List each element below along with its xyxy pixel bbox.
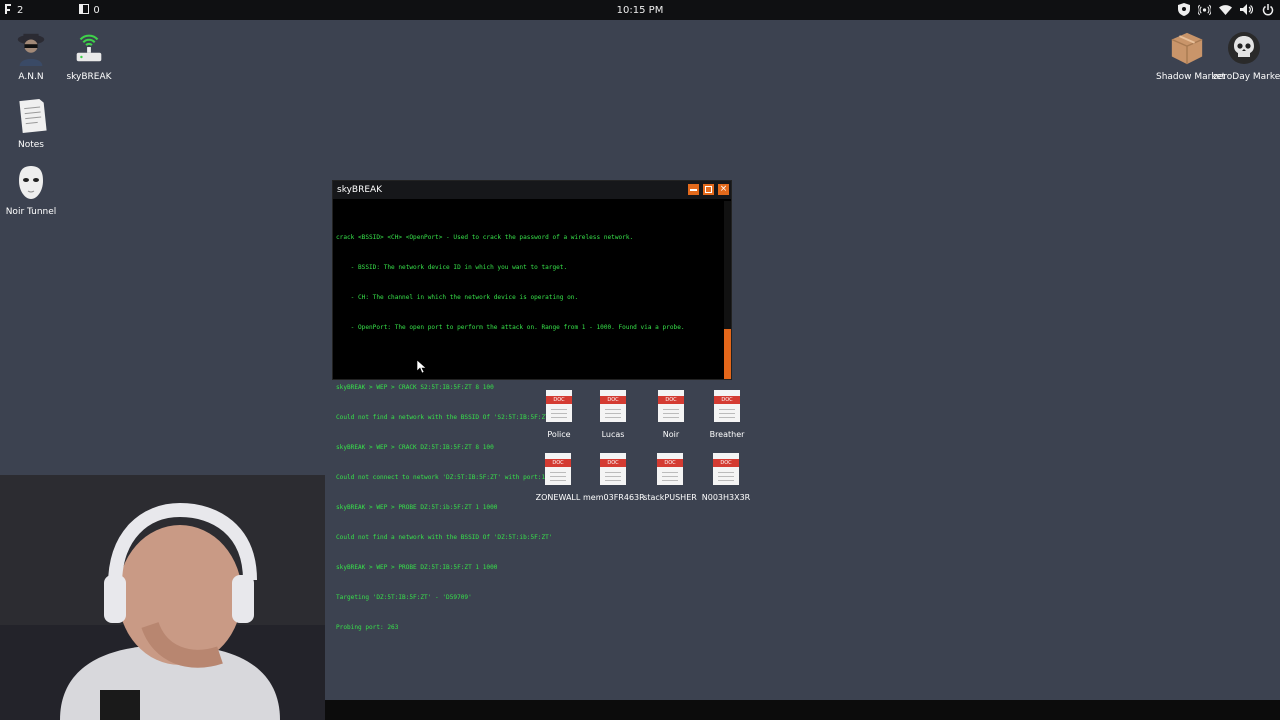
workspace-indicator[interactable]: 2 xyxy=(4,3,24,17)
doc-file[interactable]: DOC ZONEWALL xyxy=(528,453,588,502)
mask-icon xyxy=(13,165,49,201)
webcam-overlay xyxy=(0,475,325,720)
minimize-button[interactable] xyxy=(688,184,699,195)
close-button[interactable]: × xyxy=(718,184,729,195)
doc-label: mem03FR463R xyxy=(583,493,645,502)
maximize-button[interactable] xyxy=(703,184,714,195)
doc-label: N003H3X3R xyxy=(701,493,751,502)
window-title: skyBREAK xyxy=(337,185,383,195)
open-windows-indicator[interactable]: 0 xyxy=(79,3,100,17)
document-icon: DOC xyxy=(714,390,740,422)
desktop-icon-skybreak[interactable]: skyBREAK xyxy=(58,30,120,82)
notes-icon xyxy=(13,98,49,134)
terminal-line: Could not find a network with the BSSID … xyxy=(336,534,553,541)
document-icon: DOC xyxy=(657,453,683,485)
doc-label: Noir xyxy=(662,430,680,439)
doc-label: Police xyxy=(547,430,571,439)
window-titlebar[interactable]: skyBREAK × xyxy=(333,181,731,199)
doc-file[interactable]: DOC Noir xyxy=(641,390,701,439)
doc-file[interactable]: DOC Police xyxy=(529,390,589,439)
skybreak-window[interactable]: skyBREAK × crack <BSSID> <CH> <OpenPort>… xyxy=(332,180,732,631)
wifi-icon[interactable] xyxy=(1219,3,1232,16)
wifi-router-icon xyxy=(71,30,107,66)
desktop-icon-notes[interactable]: Notes xyxy=(0,98,62,150)
doc-label: Breather xyxy=(709,430,745,439)
broadcast-icon[interactable] xyxy=(1198,3,1211,16)
doc-file[interactable]: DOC stackPUSHER xyxy=(640,453,700,502)
scrollbar-thumb[interactable] xyxy=(724,329,731,379)
terminal-line: - CH: The channel in which the network d… xyxy=(336,294,579,301)
terminal-line: skyBREAK > WEP > PROBE DZ:5T:ib:5F:ZT 1 … xyxy=(336,504,498,511)
document-icon: DOC xyxy=(658,390,684,422)
doc-label: stackPUSHER xyxy=(643,493,697,502)
terminal-line: skyBREAK > WEP > PROBE DZ:5T:IB:5F:ZT 1 … xyxy=(336,564,498,571)
doc-file[interactable]: DOC mem03FR463R xyxy=(583,453,645,502)
doc-file[interactable]: DOC N003H3X3R xyxy=(696,453,756,502)
doc-file[interactable]: DOC Breather xyxy=(697,390,757,439)
minimize-icon xyxy=(690,189,697,191)
webcam-person-image xyxy=(0,475,325,720)
desktop-icon-zeroday-market[interactable]: zeroDay Market xyxy=(1213,30,1280,82)
terminal-line: Probing port: 263 xyxy=(336,624,399,631)
skull-icon xyxy=(1226,30,1262,66)
desktop-icon-shadow-market[interactable]: Shadow Market xyxy=(1156,30,1225,82)
workspace-count: 2 xyxy=(17,4,24,16)
terminal-line: Targeting 'DZ:5T:IB:5F:ZT' - 'D59709' xyxy=(336,594,472,601)
terminal-line: - BSSID: The network device ID in which … xyxy=(336,264,568,271)
doc-file[interactable]: DOC Lucas xyxy=(583,390,643,439)
power-icon[interactable] xyxy=(1261,3,1274,16)
close-icon: × xyxy=(719,184,728,194)
top-bar: 2 0 10:15 PM xyxy=(0,0,1280,20)
doc-label: Lucas xyxy=(601,430,625,439)
volume-icon[interactable] xyxy=(1240,3,1253,16)
window-count: 0 xyxy=(93,4,100,16)
hacker-avatar-icon xyxy=(13,30,49,66)
clock: 10:15 PM xyxy=(616,4,664,16)
document-icon: DOC xyxy=(546,390,572,422)
terminal-line: - OpenPort: The open port to perform the… xyxy=(336,324,685,331)
doc-label: ZONEWALL xyxy=(535,493,581,502)
bottom-letterbox xyxy=(325,700,1280,720)
document-icon: DOC xyxy=(713,453,739,485)
window-icon xyxy=(79,3,90,17)
package-box-icon xyxy=(1169,30,1205,66)
shield-icon[interactable] xyxy=(1177,3,1190,16)
desktop-icon-noir-tunnel[interactable]: Noir Tunnel xyxy=(0,165,62,217)
workspace-icon xyxy=(4,3,13,17)
document-icon: DOC xyxy=(600,390,626,422)
document-icon: DOC xyxy=(600,453,626,485)
mouse-cursor-icon xyxy=(416,358,427,377)
maximize-icon xyxy=(705,186,712,193)
desktop-icon-ann[interactable]: A.N.N xyxy=(0,30,62,82)
terminal-line: crack <BSSID> <CH> <OpenPort> - Used to … xyxy=(336,234,634,241)
document-icon: DOC xyxy=(545,453,571,485)
terminal-line: skyBREAK > WEP > CRACK DZ:5T:IB:5F:ZT 8 … xyxy=(336,444,494,451)
terminal-scrollbar[interactable] xyxy=(724,201,731,379)
